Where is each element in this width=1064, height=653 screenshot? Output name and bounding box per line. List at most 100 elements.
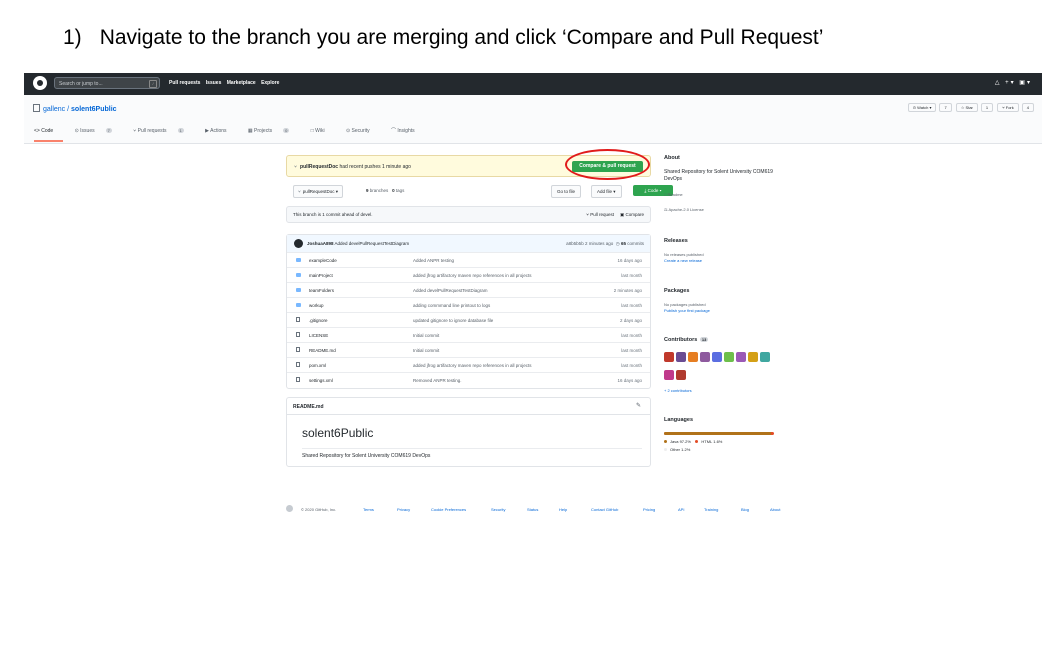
publish-package-link[interactable]: Publish your first package — [664, 308, 710, 313]
footer-link-contact[interactable]: Contact GitHub — [591, 507, 618, 512]
tab-projects[interactable]: ▦ Projects 0 — [248, 128, 299, 134]
create-release-link[interactable]: Create a new release — [664, 258, 702, 263]
commits-label[interactable]: commits — [627, 241, 644, 246]
releases-title[interactable]: Releases — [664, 238, 688, 244]
header-right-icons[interactable]: △ +▾ ▣▾ — [995, 79, 1032, 86]
file-commit-message[interactable]: added jfrog artifactory maven repo refer… — [413, 273, 532, 278]
contributor-avatar[interactable] — [724, 352, 734, 362]
contributor-avatar[interactable] — [676, 370, 686, 380]
file-name[interactable]: teamFolders — [309, 288, 334, 293]
fork-button[interactable]: ⑂ Fork — [997, 103, 1019, 112]
contributor-avatar[interactable] — [712, 352, 722, 362]
repo-owner-link[interactable]: gallenc — [43, 106, 65, 113]
footer-link-training[interactable]: Training — [704, 507, 718, 512]
file-row[interactable]: .gitignore updated gitignore to ignore da… — [287, 312, 650, 328]
footer-link-blog[interactable]: Blog — [741, 507, 749, 512]
tab-code[interactable]: <> Code — [34, 128, 64, 142]
file-commit-message[interactable]: Removed ANPR testing. — [413, 378, 462, 383]
license-link[interactable]: ⚖ Apache-2.0 License — [664, 207, 704, 212]
nav-explore[interactable]: Explore — [261, 80, 279, 86]
contributor-avatar[interactable] — [748, 352, 758, 362]
contributor-avatar[interactable] — [664, 370, 674, 380]
file-commit-message[interactable]: adding commmand line printout to logs — [413, 303, 490, 308]
file-commit-message[interactable]: Initial commit — [413, 333, 439, 338]
footer-link-pricing[interactable]: Pricing — [643, 507, 655, 512]
commit-message[interactable]: Added develPullRequestTestDiagram — [335, 241, 410, 246]
github-footer-logo-icon[interactable] — [286, 505, 293, 512]
github-logo-icon[interactable] — [33, 76, 47, 90]
add-file-button[interactable]: Add file ▾ — [591, 185, 622, 198]
star-count[interactable]: 1 — [980, 103, 994, 112]
tab-security[interactable]: ⊙ Security — [346, 128, 380, 134]
file-row[interactable]: teamFolders Added develPullRequestTestDia… — [287, 282, 650, 298]
contributor-avatar[interactable] — [736, 352, 746, 362]
file-age: 16 days ago — [617, 378, 642, 383]
tab-actions[interactable]: ▶ Actions — [205, 128, 236, 134]
footer-link-security[interactable]: Security — [491, 507, 505, 512]
watch-count[interactable]: 7 — [939, 103, 952, 112]
file-name[interactable]: workup — [309, 303, 324, 308]
pull-request-link[interactable]: ⑂ Pull request — [586, 212, 614, 217]
avatar[interactable] — [294, 239, 303, 248]
contributor-avatar[interactable] — [688, 352, 698, 362]
file-row[interactable]: settings.xml Removed ANPR testing. 16 days… — [287, 372, 650, 388]
file-commit-message[interactable]: added jfrog artifactory maven repo refer… — [413, 363, 532, 368]
contributor-avatar[interactable] — [664, 352, 674, 362]
file-row[interactable]: mainProject added jfrog artifactory maven… — [287, 267, 650, 283]
language-row-java[interactable]: Java 97.2% HTML 1.6% — [664, 438, 722, 446]
footer-link-api[interactable]: API — [678, 507, 684, 512]
readme-link[interactable]: □ Readme — [664, 192, 683, 197]
search-input[interactable]: Search or jump to... / — [54, 77, 160, 89]
contributors-title[interactable]: Contributors 13 — [664, 337, 709, 343]
tab-issues[interactable]: ⊙ Issues 7 — [75, 128, 122, 134]
file-name[interactable]: LICENSE — [309, 333, 328, 338]
nav-pull-requests[interactable]: Pull requests — [169, 80, 200, 86]
packages-title[interactable]: Packages — [664, 288, 689, 294]
compare-link[interactable]: ▣ Compare — [620, 212, 644, 217]
more-contributors-link[interactable]: + 2 contributors — [664, 388, 692, 393]
file-commit-message[interactable]: Added ANPR testing — [413, 258, 454, 263]
file-row[interactable]: exampleCode Added ANPR testing 16 days ago — [287, 252, 650, 268]
edit-pencil-icon[interactable]: ✎ — [636, 402, 641, 409]
tab-wiki[interactable]: □ Wiki — [311, 128, 335, 134]
file-row[interactable]: README.md Initial commit last month — [287, 342, 650, 358]
footer-link-help[interactable]: Help — [559, 507, 567, 512]
file-commit-message[interactable]: Added develPullRequestTestDiagram — [413, 288, 488, 293]
footer-link-about[interactable]: About — [770, 507, 780, 512]
file-row[interactable]: pom.xml added jfrog artifactory maven rep… — [287, 357, 650, 373]
footer-link-status[interactable]: Status — [527, 507, 538, 512]
file-commit-message[interactable]: updated gitignore to ignore database fil… — [413, 318, 493, 323]
tags-link[interactable]: 0 tags — [392, 188, 404, 193]
contributor-avatar[interactable] — [760, 352, 770, 362]
language-row-other[interactable]: Other 1.2% — [664, 446, 722, 454]
file-name[interactable]: README.md — [309, 348, 336, 353]
repo-header: gallenc / solent6Public ⊙ Watch ▾ 7 ☆ Sta… — [24, 95, 1042, 144]
commit-sha[interactable]: a8b5b5b — [566, 241, 584, 246]
commit-author[interactable]: JoshuaA898 — [307, 241, 334, 246]
contributor-avatar[interactable] — [676, 352, 686, 362]
nav-marketplace[interactable]: Marketplace — [227, 80, 256, 86]
nav-issues[interactable]: Issues — [206, 80, 222, 86]
file-name[interactable]: mainProject — [309, 273, 333, 278]
file-name[interactable]: settings.xml — [309, 378, 333, 383]
branch-selector[interactable]: ⑂ pullRequestDoc ▾ — [293, 185, 343, 198]
contributor-avatar[interactable] — [700, 352, 710, 362]
footer-link-privacy[interactable]: Privacy — [397, 507, 410, 512]
footer-link-cookie-preferences[interactable]: Cookie Preferences — [431, 507, 466, 512]
tab-insights[interactable]: ⌒ Insights — [391, 128, 425, 134]
branches-link[interactable]: 9 branches — [366, 188, 388, 193]
repo-name-link[interactable]: solent6Public — [71, 106, 117, 113]
watch-button[interactable]: ⊙ Watch ▾ — [907, 103, 937, 112]
file-row[interactable]: LICENSE Initial commit last month — [287, 327, 650, 343]
tab-pull-requests[interactable]: ⑂ Pull requests 1 — [133, 128, 194, 134]
file-commit-message[interactable]: Initial commit — [413, 348, 439, 353]
go-to-file-button[interactable]: Go to file — [551, 185, 582, 198]
fork-count[interactable]: 4 — [1021, 103, 1034, 112]
file-name[interactable]: exampleCode — [309, 258, 337, 263]
commits-count[interactable]: 65 — [621, 241, 626, 246]
star-button[interactable]: ☆ Star — [955, 103, 978, 112]
file-name[interactable]: .gitignore — [309, 318, 328, 323]
file-name[interactable]: pom.xml — [309, 363, 326, 368]
file-row[interactable]: workup adding commmand line printout to l… — [287, 297, 650, 313]
footer-link-terms[interactable]: Terms — [363, 507, 374, 512]
